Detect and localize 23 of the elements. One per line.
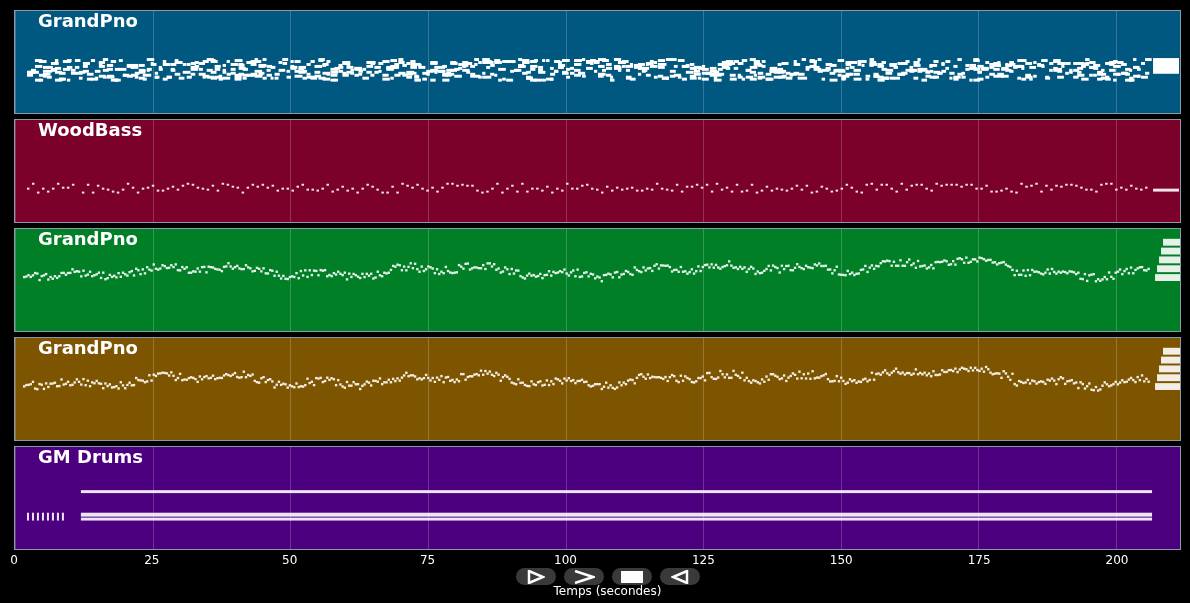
- stop-button[interactable]: [611, 568, 652, 585]
- next-button[interactable]: [563, 568, 604, 585]
- chevron-right-icon: [572, 569, 595, 584]
- tick-label: 125: [691, 553, 715, 567]
- track-name: GM Drums: [38, 447, 144, 467]
- play-icon: [526, 569, 545, 584]
- axis-label: Temps (secondes): [553, 585, 662, 598]
- stop-icon: [620, 570, 643, 583]
- track-name: GrandPno: [38, 11, 138, 31]
- track-name: WoodBass: [38, 120, 143, 140]
- tick-label: 200: [1105, 553, 1129, 567]
- tick-label: 0: [10, 553, 18, 567]
- play-button[interactable]: [515, 568, 556, 585]
- rewind-button[interactable]: [659, 568, 700, 585]
- tick-label: 150: [829, 553, 853, 567]
- tick-label: 25: [144, 553, 160, 567]
- tick-label: 75: [420, 553, 436, 567]
- tick-label: 100: [554, 553, 577, 567]
- tick-label: 50: [282, 553, 298, 567]
- tick-label: 175: [967, 553, 991, 567]
- track-name: GrandPno: [38, 229, 138, 249]
- track-name: GrandPno: [38, 338, 138, 358]
- back-icon: [670, 569, 689, 584]
